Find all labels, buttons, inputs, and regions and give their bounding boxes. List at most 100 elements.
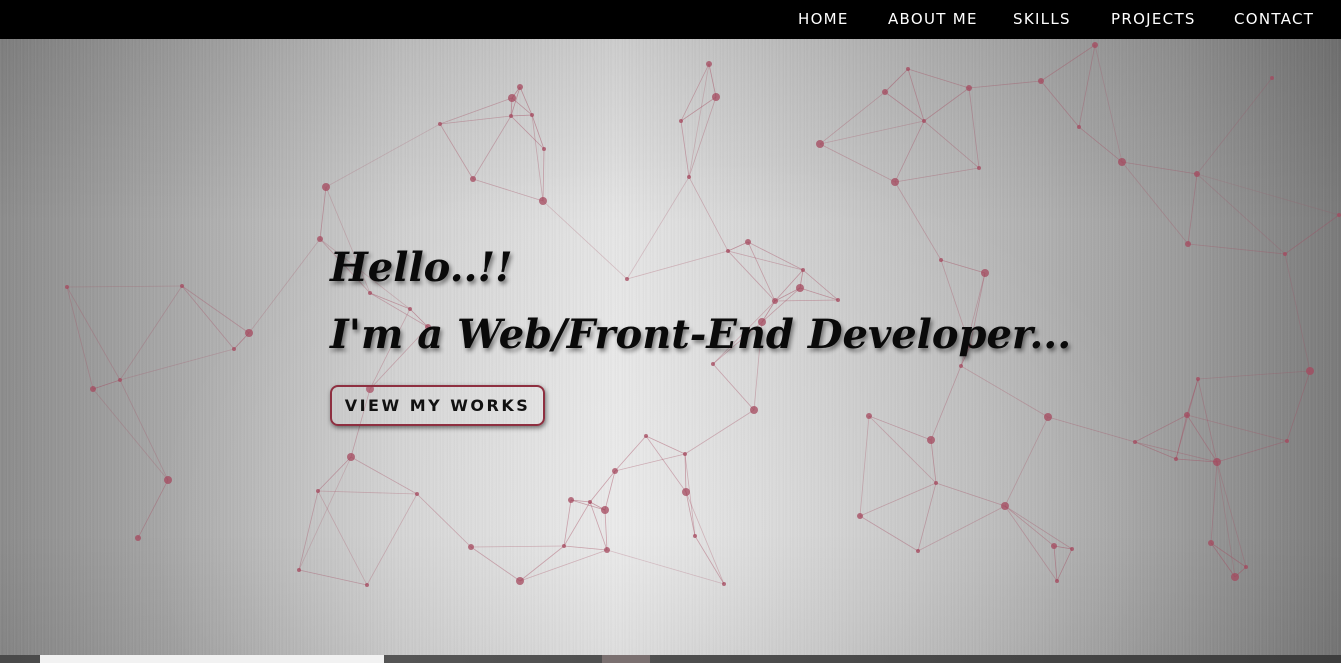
network-node [1184, 412, 1190, 418]
network-node [118, 378, 122, 382]
network-link [1004, 416, 1049, 507]
network-node [508, 94, 516, 102]
network-link [685, 491, 725, 585]
network-link [563, 545, 608, 551]
network-node [693, 534, 697, 538]
network-node [625, 277, 629, 281]
network-node [1174, 457, 1178, 461]
network-link [680, 96, 717, 122]
network-link [930, 365, 962, 441]
network-node [562, 544, 566, 548]
network-link [626, 250, 729, 280]
network-node [1194, 171, 1200, 177]
network-link [684, 409, 755, 455]
network-link [298, 456, 352, 571]
network-node [981, 269, 989, 277]
network-link [859, 515, 919, 552]
network-node [415, 492, 419, 496]
nav-link-skills[interactable]: SKILLS [1013, 0, 1071, 39]
network-node [1055, 579, 1059, 583]
network-link [1284, 214, 1340, 255]
network-node [1270, 76, 1274, 80]
network-link [1004, 505, 1055, 547]
network-link [802, 269, 839, 301]
network-link [1040, 80, 1080, 128]
network-link [1196, 173, 1286, 255]
network-node [65, 285, 69, 289]
network-node [772, 298, 778, 304]
network-node [368, 291, 372, 295]
network-node [1118, 158, 1126, 166]
network-link [868, 415, 932, 441]
network-node [322, 183, 330, 191]
network-node [906, 67, 910, 71]
network-link [1121, 161, 1198, 175]
network-node [539, 197, 547, 205]
network-node [1001, 502, 1009, 510]
network-link [645, 435, 687, 493]
network-link [369, 292, 411, 310]
network-link [688, 176, 729, 252]
network-link [1134, 414, 1188, 443]
network-link [1210, 542, 1236, 578]
network-node [530, 113, 534, 117]
network-link [519, 545, 565, 582]
network-node [470, 176, 476, 182]
hero-role-title: I'm a Web/Front-End Developer... [330, 311, 1072, 358]
network-link [519, 86, 533, 116]
network-link [1186, 414, 1218, 463]
network-link [319, 186, 327, 240]
network-link [317, 490, 368, 586]
nav-link-about-me[interactable]: ABOUT ME [888, 0, 978, 39]
network-link [884, 68, 909, 93]
network-link [614, 453, 686, 472]
network-link [66, 286, 121, 381]
network-node [468, 544, 474, 550]
network-link [470, 546, 521, 582]
network-link [248, 238, 321, 334]
network-link [317, 490, 418, 495]
network-link [366, 493, 418, 586]
network-node [347, 453, 355, 461]
network-node [711, 362, 715, 366]
network-link [1040, 44, 1096, 82]
network-node [706, 61, 712, 67]
nav-link-contact[interactable]: CONTACT [1234, 0, 1314, 39]
network-link [325, 123, 441, 188]
network-node [588, 500, 592, 504]
network-link [604, 509, 608, 551]
network-node [1092, 42, 1098, 48]
network-link [935, 482, 1006, 507]
network-node [1038, 78, 1044, 84]
view-my-works-button[interactable]: VIEW MY WORKS [330, 385, 545, 426]
network-node [1306, 367, 1314, 375]
network-node [687, 175, 691, 179]
network-node [745, 239, 751, 245]
nav-link-projects[interactable]: PROJECTS [1111, 0, 1196, 39]
network-link [747, 241, 776, 302]
network-node [1196, 377, 1200, 381]
network-link [688, 96, 717, 178]
network-link [1187, 173, 1198, 245]
network-link [819, 91, 886, 145]
network-node [232, 347, 236, 351]
network-link [1284, 253, 1311, 372]
network-link [181, 285, 235, 350]
network-link [510, 115, 545, 150]
network-node [1283, 252, 1287, 256]
nav-link-home[interactable]: HOME [798, 0, 849, 39]
network-node [601, 506, 609, 514]
network-link [542, 148, 545, 202]
network-node [1185, 241, 1191, 247]
network-node [682, 488, 690, 496]
network-link [712, 363, 755, 411]
network-link [859, 482, 937, 517]
network-link [519, 549, 608, 582]
network-link [819, 143, 896, 183]
network-node [1231, 573, 1239, 581]
network-node [612, 468, 618, 474]
network-node [1077, 125, 1081, 129]
network-link [727, 250, 776, 302]
network-node [1213, 458, 1221, 466]
network-link [907, 68, 925, 122]
